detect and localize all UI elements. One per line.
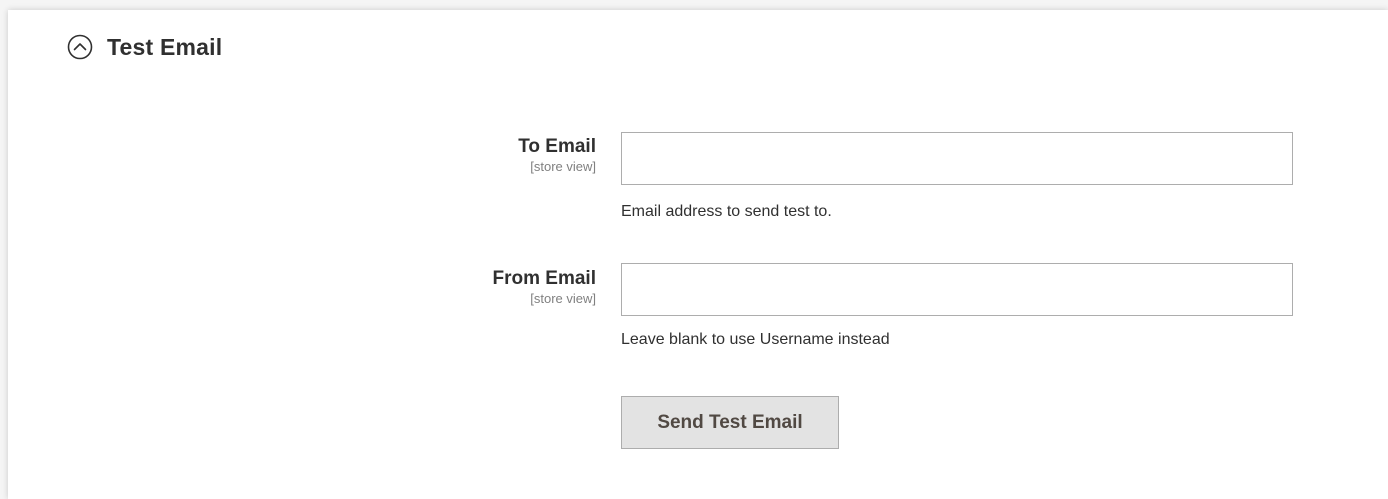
from-email-label: From Email	[492, 268, 596, 289]
to-email-note: Email address to send test to.	[621, 203, 832, 220]
from-email-label-group: From Email [store view]	[296, 267, 596, 307]
test-email-panel: Test Email To Email [store view] Email a…	[8, 10, 1388, 499]
from-email-input[interactable]	[621, 263, 1293, 316]
from-email-scope: [store view]	[530, 291, 596, 306]
to-email-label: To Email	[518, 136, 596, 157]
to-email-scope: [store view]	[530, 159, 596, 174]
section-title: Test Email	[107, 33, 223, 60]
chevron-up-circle-icon[interactable]	[67, 34, 93, 60]
to-email-label-group: To Email [store view]	[296, 135, 596, 175]
section-toggle[interactable]: Test Email	[67, 32, 222, 62]
send-test-email-button[interactable]: Send Test Email	[621, 396, 839, 449]
to-email-input[interactable]	[621, 132, 1293, 185]
from-email-note: Leave blank to use Username instead	[621, 331, 890, 348]
